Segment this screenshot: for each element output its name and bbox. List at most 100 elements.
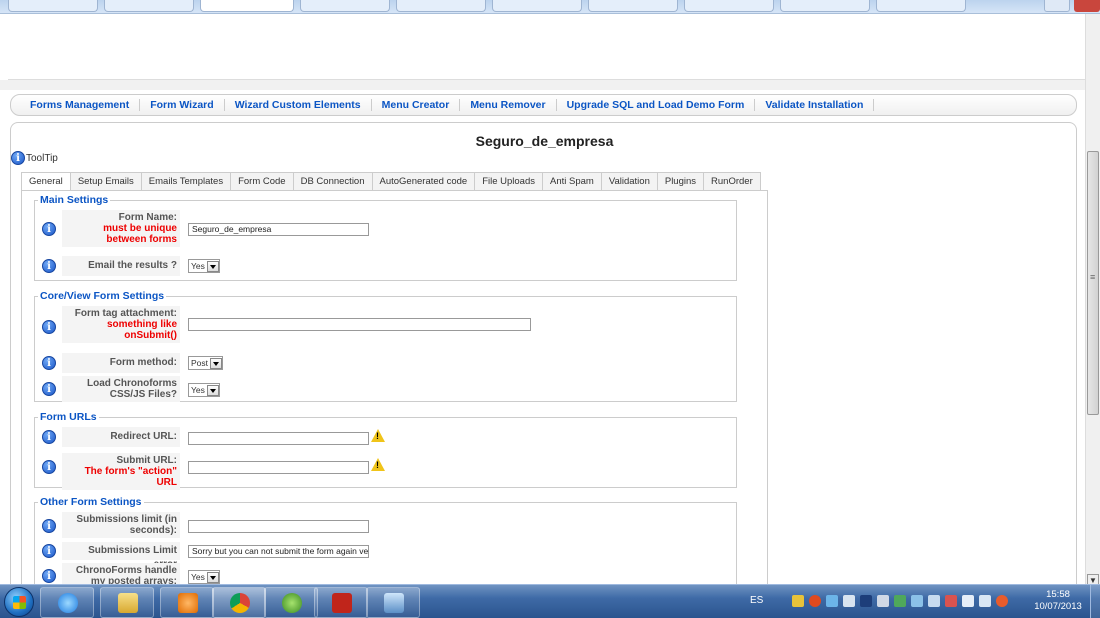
chevron-down-icon[interactable] bbox=[206, 571, 219, 583]
email-results-select[interactable]: Yes bbox=[188, 259, 220, 273]
tray-icon[interactable] bbox=[843, 595, 855, 607]
tray-icon[interactable] bbox=[911, 595, 923, 607]
info-icon[interactable]: i bbox=[42, 569, 56, 583]
info-icon[interactable]: i bbox=[42, 460, 56, 474]
tray-icon[interactable] bbox=[826, 595, 838, 607]
browser-tab[interactable] bbox=[8, 0, 98, 12]
browser-tab[interactable] bbox=[396, 0, 486, 12]
tag-attachment-label-text: Form tag attachment: bbox=[74, 308, 177, 319]
info-icon[interactable]: i bbox=[42, 382, 56, 396]
info-icon[interactable]: i bbox=[42, 519, 56, 533]
taskbar-explorer-button[interactable] bbox=[100, 587, 154, 618]
browser-tab[interactable] bbox=[684, 0, 774, 12]
tab-file-uploads[interactable]: File Uploads bbox=[475, 172, 543, 191]
menu-validate-installation[interactable]: Validate Installation bbox=[755, 99, 875, 111]
tag-attachment-input[interactable] bbox=[188, 318, 531, 331]
posted-arrays-value: Yes bbox=[191, 572, 205, 582]
form-name-note: must be unique between forms bbox=[103, 223, 177, 245]
menu-wizard-custom-elements[interactable]: Wizard Custom Elements bbox=[225, 99, 372, 111]
limit-error-input[interactable]: Sorry but you can not submit the form ag… bbox=[188, 545, 369, 558]
form-name-input[interactable]: Seguro_de_empresa bbox=[188, 223, 369, 236]
limit-error-label: Submissions Limit error bbox=[62, 542, 180, 570]
info-icon[interactable]: i bbox=[42, 544, 56, 558]
core-settings-legend: Core/View Form Settings bbox=[40, 290, 165, 302]
minimize-button[interactable] bbox=[1044, 0, 1070, 12]
chevron-down-icon[interactable] bbox=[210, 357, 223, 369]
info-icon[interactable]: i bbox=[42, 259, 56, 273]
menu-upgrade-sql[interactable]: Upgrade SQL and Load Demo Form bbox=[557, 99, 756, 111]
taskbar-users-button[interactable] bbox=[264, 587, 318, 618]
info-icon[interactable]: i bbox=[42, 222, 56, 236]
tab-autogenerated-code[interactable]: AutoGenerated code bbox=[372, 172, 476, 191]
load-files-value: Yes bbox=[191, 385, 205, 395]
browser-tab[interactable] bbox=[876, 0, 966, 12]
browser-tab[interactable] bbox=[104, 0, 194, 12]
info-icon[interactable]: i bbox=[42, 356, 56, 370]
tray-icon[interactable] bbox=[860, 595, 872, 607]
taskbar-media-button[interactable] bbox=[160, 587, 214, 618]
scrollbar-thumb[interactable] bbox=[1087, 151, 1099, 415]
load-files-select[interactable]: Yes bbox=[188, 383, 220, 397]
redirect-url-input[interactable] bbox=[188, 432, 369, 445]
chevron-down-icon[interactable] bbox=[206, 260, 219, 272]
tray-icon[interactable] bbox=[894, 595, 906, 607]
browser-tab-strip bbox=[0, 0, 1100, 14]
browser-tab[interactable] bbox=[300, 0, 390, 12]
core-settings-fieldset: Core/View Form Settings i Form tag attac… bbox=[34, 290, 737, 402]
tray-icon[interactable] bbox=[928, 595, 940, 607]
taskbar-chrome-button[interactable] bbox=[212, 587, 266, 618]
tab-plugins[interactable]: Plugins bbox=[657, 172, 705, 191]
speaker-icon[interactable] bbox=[877, 595, 889, 607]
form-editor-container: Seguro_de_empresa i ToolTip General Setu… bbox=[10, 122, 1077, 592]
taskbar-remote-desktop-button[interactable] bbox=[366, 587, 420, 618]
chevron-down-icon[interactable] bbox=[206, 384, 219, 396]
vertical-scrollbar[interactable]: ▼ bbox=[1085, 14, 1100, 592]
submit-url-note: The form's "action" URL bbox=[84, 466, 177, 488]
header-divider bbox=[0, 80, 1100, 90]
load-files-label: Load Chronoforms CSS/JS Files? bbox=[62, 376, 180, 402]
language-indicator[interactable]: ES bbox=[750, 595, 763, 606]
tray-alert-icon[interactable] bbox=[809, 595, 821, 607]
form-urls-legend: Form URLs bbox=[40, 411, 97, 423]
menu-forms-management[interactable]: Forms Management bbox=[20, 99, 141, 111]
start-button[interactable] bbox=[4, 587, 34, 617]
main-settings-fieldset: Main Settings i Form Name: must be uniqu… bbox=[34, 194, 737, 281]
taskbar-filezilla-button[interactable] bbox=[314, 587, 368, 618]
form-method-select[interactable]: Post bbox=[188, 356, 224, 370]
tab-form-code[interactable]: Form Code bbox=[231, 172, 294, 191]
info-icon: i bbox=[11, 151, 25, 165]
submissions-limit-input[interactable] bbox=[188, 520, 369, 533]
close-window-button[interactable] bbox=[1074, 0, 1100, 12]
tray-icon[interactable] bbox=[945, 595, 957, 607]
browser-tab-active[interactable] bbox=[200, 0, 294, 12]
menu-menu-remover[interactable]: Menu Remover bbox=[460, 99, 557, 111]
tab-emails-templates[interactable]: Emails Templates bbox=[141, 172, 232, 191]
tab-db-connection[interactable]: DB Connection bbox=[293, 172, 373, 191]
tray-icon[interactable] bbox=[792, 595, 804, 607]
tooltip-legend: i ToolTip bbox=[11, 151, 58, 165]
tag-attachment-note: something like onSubmit() bbox=[106, 319, 177, 341]
taskbar-ie-button[interactable] bbox=[40, 587, 94, 618]
tab-anti-spam[interactable]: Anti Spam bbox=[543, 172, 602, 191]
clock[interactable]: 15:58 10/07/2013 bbox=[1030, 589, 1086, 613]
other-settings-fieldset: Other Form Settings i Submissions limit … bbox=[34, 496, 737, 589]
tab-setup-emails[interactable]: Setup Emails bbox=[70, 172, 142, 191]
menu-form-wizard[interactable]: Form Wizard bbox=[140, 99, 225, 111]
menu-menu-creator[interactable]: Menu Creator bbox=[372, 99, 461, 111]
browser-tab[interactable] bbox=[780, 0, 870, 12]
posted-arrays-select[interactable]: Yes bbox=[188, 570, 220, 584]
editor-tabs: General Setup Emails Emails Templates Fo… bbox=[21, 172, 761, 191]
tab-runorder[interactable]: RunOrder bbox=[704, 172, 761, 191]
browser-tab[interactable] bbox=[492, 0, 582, 12]
browser-tab[interactable] bbox=[588, 0, 678, 12]
submit-url-input[interactable] bbox=[188, 461, 369, 474]
info-icon[interactable]: i bbox=[42, 430, 56, 444]
tab-general[interactable]: General bbox=[21, 172, 71, 191]
battery-icon[interactable] bbox=[962, 595, 974, 607]
tab-validation[interactable]: Validation bbox=[601, 172, 658, 191]
page-header-area bbox=[8, 14, 1094, 80]
info-icon[interactable]: i bbox=[42, 320, 56, 334]
show-desktop-button[interactable] bbox=[1090, 585, 1100, 618]
signal-icon[interactable] bbox=[979, 595, 991, 607]
network-icon[interactable] bbox=[996, 595, 1008, 607]
